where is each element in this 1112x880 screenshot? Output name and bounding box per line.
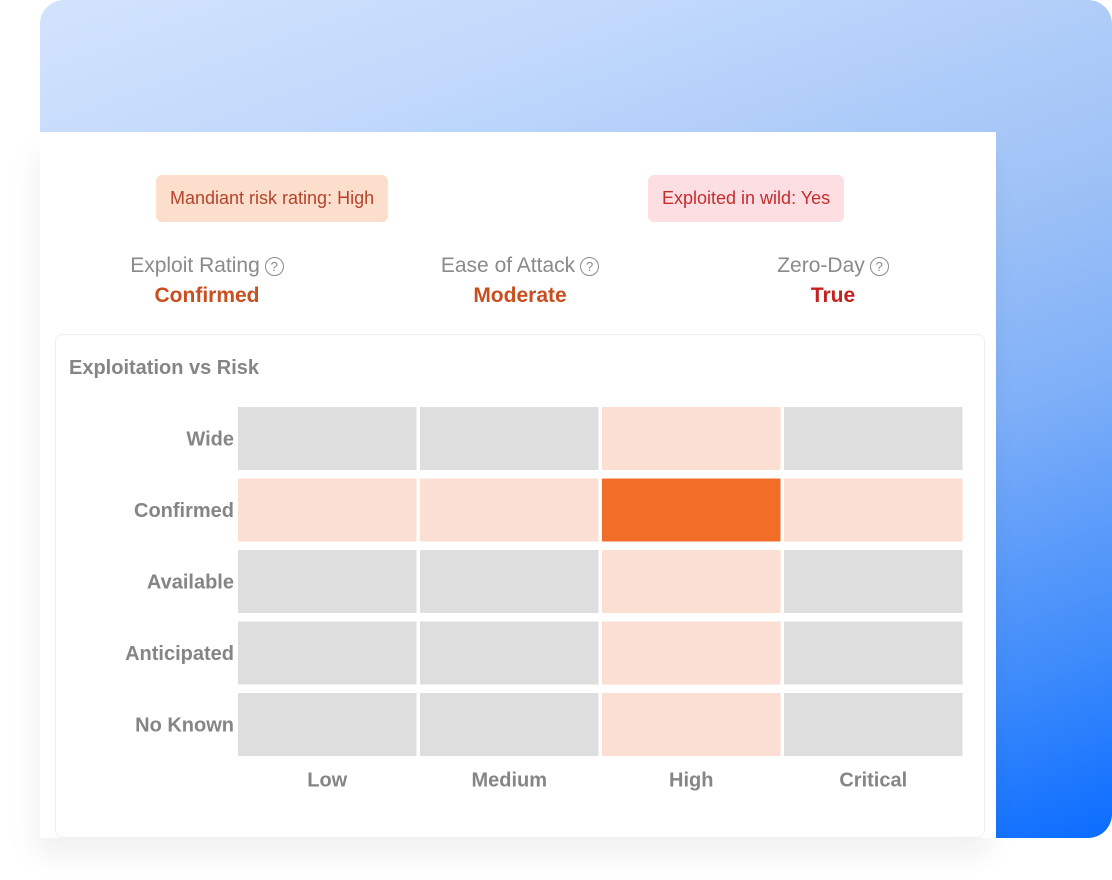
heatmap-cell-confirmed-high[interactable]	[602, 478, 781, 542]
heatmap-chart: Wide Confirmed Available Anticipated No Know…	[125, 407, 963, 792]
y-tick-label-available: Available	[147, 572, 234, 594]
heatmap-cell-no-known-medium[interactable]	[420, 693, 599, 756]
exploitation-vs-risk-card: Exploitation vs Risk Wide Confirmed Availa…	[55, 334, 985, 838]
risk-rating-badge: Mandiant risk rating: High	[156, 175, 389, 222]
x-tick-label-high: High	[669, 770, 713, 792]
heatmap-cell-available-low[interactable]	[238, 550, 417, 613]
stat-label: Zero-Day	[777, 254, 865, 277]
heatmap-cell-confirmed-medium[interactable]	[420, 478, 599, 542]
heatmap-cell-anticipated-medium[interactable]	[420, 621, 599, 685]
heatmap-cell-available-high[interactable]	[602, 550, 781, 613]
stat-label: Ease of Attack	[440, 254, 576, 277]
heatmap-cell-anticipated-low[interactable]	[238, 621, 417, 685]
stat-zero-day: Zero-Day ? True	[703, 254, 963, 308]
heatmap-cell-wide-high[interactable]	[602, 407, 781, 470]
stat-ease-of-attack: Ease of Attack ? Moderate	[390, 254, 650, 308]
stat-value: True	[810, 284, 856, 307]
heatmap-cell-available-critical[interactable]	[784, 550, 963, 613]
help-circle-icon[interactable]: ?	[264, 256, 284, 276]
x-tick-label-medium: Medium	[471, 770, 547, 792]
y-tick-label-no-known: No Known	[135, 715, 234, 737]
help-circle-icon[interactable]: ?	[869, 256, 889, 276]
y-tick-label-confirmed: Confirmed	[134, 500, 234, 522]
stat-exploit-rating: Exploit Rating ? Confirmed	[77, 254, 337, 308]
heatmap-cell-anticipated-high[interactable]	[602, 621, 781, 685]
heatmap-cell-wide-low[interactable]	[238, 407, 417, 470]
heatmap-cell-confirmed-low[interactable]	[238, 478, 417, 542]
stat-value: Moderate	[473, 284, 567, 307]
exploited-in-wild-badge: Exploited in wild: Yes	[648, 175, 845, 222]
heatmap-cell-anticipated-critical[interactable]	[784, 621, 963, 685]
y-tick-label-wide: Wide	[186, 429, 234, 451]
x-tick-label-critical: Critical	[839, 770, 907, 792]
help-circle-icon[interactable]: ?	[580, 256, 600, 276]
stat-value: Confirmed	[154, 284, 260, 307]
x-tick-label-low: Low	[307, 770, 347, 792]
heatmap-cell-no-known-low[interactable]	[238, 693, 417, 756]
heatmap-cell-confirmed-critical[interactable]	[784, 478, 963, 542]
heatmap-cell-no-known-high[interactable]	[602, 693, 781, 756]
stat-label: Exploit Rating	[130, 254, 260, 277]
heatmap-cell-wide-medium[interactable]	[420, 407, 599, 470]
vulnerability-risk-panel: Mandiant risk rating: High Exploited in …	[40, 132, 996, 838]
heatmap-cell-wide-critical[interactable]	[784, 407, 963, 470]
heatmap-cell-no-known-critical[interactable]	[784, 693, 963, 756]
heatmap-cell-available-medium[interactable]	[420, 550, 599, 613]
y-tick-label-anticipated: Anticipated	[125, 643, 234, 665]
